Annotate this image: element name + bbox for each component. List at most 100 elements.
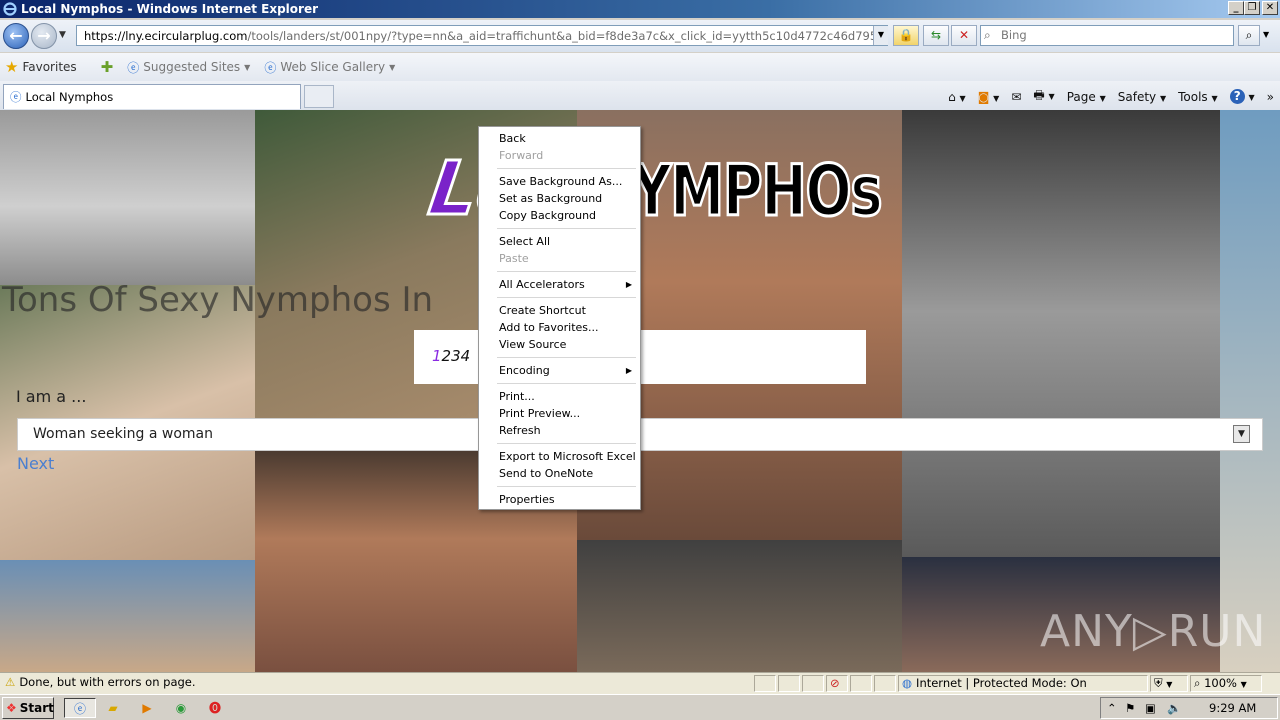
url-path: /tools/landers/st/001npy/?type=nn&a_aid=…: [247, 28, 887, 43]
context-menu-item[interactable]: Print...: [481, 388, 638, 405]
context-menu-item[interactable]: Copy Background: [481, 207, 638, 224]
chevron-down-icon: ▼: [244, 62, 251, 72]
safety-menu[interactable]: Safety ▼: [1118, 90, 1166, 104]
media-player-icon[interactable]: ▶: [136, 698, 158, 718]
start-button[interactable]: ❖ Start: [2, 697, 54, 719]
context-menu-item[interactable]: Print Preview...: [481, 405, 638, 422]
favorites-bar: ★ Favorites ✚ ⓔ Suggested Sites ▼ ⓔ Web …: [0, 53, 1280, 81]
i-am-label: I am a ...: [16, 387, 87, 406]
context-menu-item[interactable]: Create Shortcut: [481, 302, 638, 319]
read-mail-button[interactable]: ✉: [1011, 90, 1021, 104]
privacy-icon[interactable]: ⊘: [826, 675, 848, 692]
context-menu-item[interactable]: Refresh: [481, 422, 638, 439]
suggested-sites-label: Suggested Sites: [143, 60, 241, 74]
rss-icon: ◙: [977, 89, 990, 104]
context-menu-item-label: Paste: [499, 252, 529, 265]
tools-menu[interactable]: Tools ▼: [1178, 90, 1218, 104]
restore-button[interactable]: ❐: [1244, 1, 1260, 15]
photo-tile: [0, 110, 255, 285]
minimize-button[interactable]: _: [1228, 1, 1244, 15]
context-menu-item[interactable]: Save Background As...: [481, 173, 638, 190]
chrome-icon[interactable]: ◉: [170, 698, 192, 718]
suggested-sites-button[interactable]: ⓔ Suggested Sites ▼: [127, 59, 250, 76]
security-zone[interactable]: ◍ Internet | Protected Mode: On: [898, 675, 1148, 692]
add-to-favorites-bar-button[interactable]: ✚: [101, 58, 114, 76]
next-link[interactable]: Next: [17, 454, 54, 473]
opera-icon[interactable]: ⓿: [204, 698, 226, 718]
explorer-icon[interactable]: ▰: [102, 698, 124, 718]
photo-tile: [577, 540, 902, 672]
web-slice-icon: ⓔ: [264, 60, 277, 75]
zoom-button[interactable]: ⌕ 100% ▼: [1190, 675, 1262, 692]
back-button[interactable]: ←: [3, 23, 29, 49]
close-button[interactable]: ✕: [1262, 1, 1278, 15]
home-button[interactable]: ⌂ ▼: [948, 90, 966, 104]
context-menu-item[interactable]: Send to OneNote: [481, 465, 638, 482]
window-title: Local Nymphos - Windows Internet Explore…: [21, 2, 319, 16]
address-dropdown-icon[interactable]: ▼: [873, 26, 888, 45]
address-field[interactable]: https://lny.ecircularplug.com/tools/land…: [76, 25, 888, 46]
network-icon[interactable]: ▣: [1145, 701, 1156, 715]
counter-first-digit: 1: [432, 347, 442, 365]
context-menu-item[interactable]: View Source: [481, 336, 638, 353]
context-menu-item-label: Create Shortcut: [499, 304, 586, 317]
clock[interactable]: 9:29 AM: [1209, 701, 1256, 715]
tab-local-nymphos[interactable]: ⓔ Local Nymphos: [3, 84, 301, 109]
show-hidden-icons-icon[interactable]: ⌃: [1107, 701, 1117, 715]
context-menu-item: Paste: [481, 250, 638, 267]
action-center-flag-icon[interactable]: ⚑: [1125, 701, 1135, 715]
recent-pages-dropdown-icon[interactable]: ▼: [59, 30, 66, 40]
forward-button[interactable]: →: [31, 23, 57, 49]
context-menu-item[interactable]: Select All: [481, 233, 638, 250]
search-options-dropdown-icon[interactable]: ▼: [1263, 30, 1269, 39]
context-menu-item[interactable]: Add to Favorites...: [481, 319, 638, 336]
web-slice-gallery-button[interactable]: ⓔ Web Slice Gallery ▼: [264, 59, 395, 76]
context-menu-item[interactable]: Back: [481, 130, 638, 147]
feeds-button[interactable]: ◙ ▼: [978, 90, 1000, 104]
member-counter: 1234: [432, 347, 470, 365]
context-menu-item-label: Send to OneNote: [499, 467, 594, 480]
context-menu-item-label: Export to Microsoft Excel: [499, 450, 636, 463]
volume-icon[interactable]: 🔈: [1167, 701, 1181, 715]
menu-separator: [497, 443, 636, 444]
protected-mode-button[interactable]: ⛨ ▼: [1150, 675, 1188, 692]
help-icon: ?: [1229, 89, 1245, 104]
status-pane: [778, 675, 800, 692]
home-icon: ⌂: [948, 89, 956, 104]
stop-button[interactable]: ✕: [951, 25, 977, 46]
ie-window: Local Nymphos - Windows Internet Explore…: [0, 0, 1280, 720]
lock-icon: 🔒: [898, 28, 914, 42]
print-button[interactable]: 🖶 ▼: [1033, 86, 1054, 107]
refresh-button[interactable]: ⇆: [923, 25, 949, 46]
toolbar-overflow-icon[interactable]: »: [1267, 90, 1274, 104]
warning-icon[interactable]: ⚠: [5, 675, 15, 689]
security-lock-button[interactable]: 🔒: [893, 25, 919, 46]
context-menu-item[interactable]: Set as Background: [481, 190, 638, 207]
context-menu-item[interactable]: Properties: [481, 491, 638, 508]
taskbar-ie-button[interactable]: ⓔ: [64, 698, 96, 718]
context-menu-item[interactable]: All Accelerators ▶: [481, 276, 638, 293]
favorites-button[interactable]: ★ Favorites: [5, 58, 77, 76]
new-tab-button[interactable]: [304, 85, 334, 108]
menu-separator: [497, 486, 636, 487]
back-arrow-icon: ←: [9, 26, 23, 45]
select-dropdown-icon[interactable]: ▼: [1233, 425, 1250, 443]
refresh-icon: ⇆: [930, 28, 942, 42]
search-input[interactable]: Bing: [980, 25, 1234, 46]
command-bar: ⌂ ▼ ◙ ▼ ✉ 🖶 ▼ Page ▼ Safety ▼ Tools ▼ ? …: [948, 86, 1274, 107]
help-button[interactable]: ? ▼: [1229, 89, 1255, 104]
context-menu-item[interactable]: Encoding ▶: [481, 362, 638, 379]
context-menu-item[interactable]: Export to Microsoft Excel: [481, 448, 638, 465]
context-menu-item-label: Print...: [499, 390, 535, 403]
search-button[interactable]: ⌕: [1238, 25, 1260, 46]
context-menu-item-label: Properties: [499, 493, 555, 506]
page-menu[interactable]: Page ▼: [1067, 90, 1106, 104]
tools-menu-label: Tools: [1178, 89, 1208, 104]
context-menu-item-label: Refresh: [499, 424, 541, 437]
photo-tile: [1220, 110, 1280, 672]
zoom-icon: ⌕: [1194, 676, 1201, 690]
context-menu-item-label: Select All: [499, 235, 551, 248]
context-menu-item-label: Print Preview...: [499, 407, 581, 420]
tab-bar: ⓔ Local Nymphos ⌂ ▼ ◙ ▼ ✉ 🖶 ▼ Page ▼ Saf…: [0, 81, 1280, 110]
seeking-select-value: Woman seeking a woman: [33, 426, 213, 442]
